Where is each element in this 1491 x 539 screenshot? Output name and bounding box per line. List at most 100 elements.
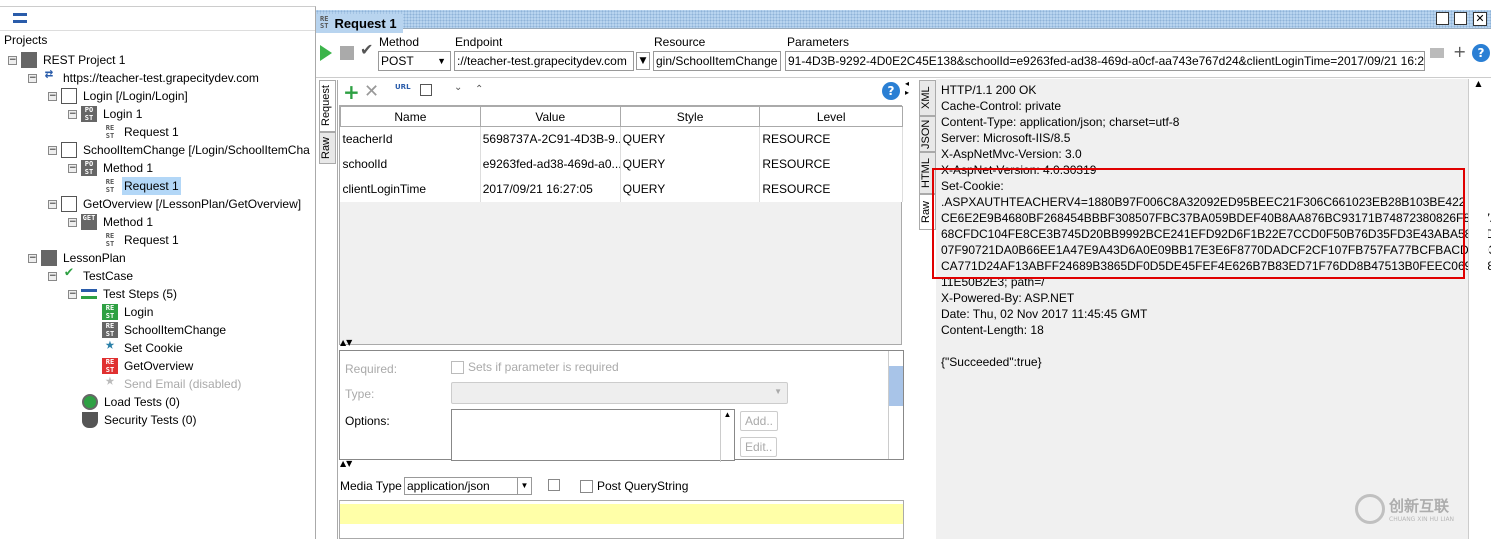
endpoint-dropdown-icon[interactable]: ▼: [636, 52, 650, 70]
collapse-toggle-icon[interactable]: −: [48, 91, 57, 101]
move-up-icon[interactable]: ⌃: [475, 84, 483, 95]
splitter-icon[interactable]: ▲▼: [340, 338, 352, 347]
table-cell[interactable]: 5698737A-2C91-4D3B-9...: [480, 126, 621, 152]
delete-param-icon[interactable]: ✕: [364, 81, 379, 102]
collapse-toggle-icon[interactable]: −: [8, 55, 17, 65]
table-cell[interactable]: RESOURCE: [759, 126, 903, 152]
close-icon[interactable]: ✕: [1473, 12, 1487, 26]
post-querystring-checkbox[interactable]: [580, 480, 593, 493]
tree-node[interactable]: ★ Set Cookie: [102, 336, 185, 357]
tree-node[interactable]: ★ Send Email (disabled): [102, 372, 243, 393]
add-param-icon[interactable]: +: [343, 80, 360, 104]
tree-node-label: TestCase: [83, 269, 134, 283]
collapse-toggle-icon[interactable]: −: [68, 217, 77, 227]
detach-icon[interactable]: [1436, 12, 1449, 25]
tab-request[interactable]: Request: [319, 80, 336, 132]
tree-node[interactable]: − ⇄ https://teacher-test.grapecitydev.com: [28, 67, 261, 87]
table-row[interactable]: schoolId e9263fed-ad38-469d-a0... QUERY RES…: [340, 151, 903, 177]
tab-raw[interactable]: Raw: [319, 132, 336, 164]
collapse-toggle-icon[interactable]: −: [48, 199, 57, 209]
tree-node-label: Load Tests (0): [104, 395, 180, 409]
tree-node[interactable]: − PO ST Method 1: [68, 159, 155, 177]
endpoint-input[interactable]: ://teacher-test.grapecitydev.com: [454, 51, 634, 71]
validate-icon[interactable]: ✔: [360, 40, 373, 59]
table-row[interactable]: clientLoginTime 2017/09/21 16:27:05 QUERY R…: [340, 176, 903, 202]
watermark-logo: 创新互联 CHUANG XIN HU LIAN: [1355, 494, 1454, 524]
stop-icon[interactable]: [340, 46, 354, 60]
collapse-toggle-icon[interactable]: −: [68, 109, 77, 119]
url-param-icon[interactable]: URL: [395, 83, 411, 91]
params-table: Name Value Style Level teacherId 5698737A-2C…: [340, 106, 903, 202]
table-cell[interactable]: RESOURCE: [759, 151, 903, 177]
response-raw-view[interactable]: HTTP/1.1 200 OK Cache-Control: private Con…: [936, 79, 1491, 539]
tree-node[interactable]: − ✔ TestCase: [48, 265, 135, 285]
format-icon[interactable]: [548, 479, 560, 491]
collapse-toggle-icon[interactable]: −: [68, 289, 77, 299]
help-icon[interactable]: ?: [882, 82, 900, 100]
tree-node[interactable]: RE ST Request 1: [102, 123, 181, 141]
add-icon[interactable]: +: [1453, 42, 1466, 61]
table-cell[interactable]: 2017/09/21 16:27:05: [480, 176, 621, 202]
method-select[interactable]: POST ▼: [378, 51, 451, 71]
type-select[interactable]: ▼: [451, 382, 788, 404]
table-cell[interactable]: schoolId: [340, 151, 481, 177]
collapse-icon[interactable]: ◂ ▸: [905, 79, 917, 97]
tree-node[interactable]: Security Tests (0): [82, 411, 198, 429]
navigator-panel: Projects − REST Project 1− ⇄ https://teache…: [0, 6, 316, 539]
table-cell[interactable]: e9263fed-ad38-469d-a0...: [480, 151, 621, 177]
refresh-icon[interactable]: [420, 84, 432, 96]
tree-node[interactable]: − Login [/Login/Login]: [48, 87, 190, 105]
column-header[interactable]: Value: [479, 106, 621, 127]
response-scrollbar[interactable]: ▲: [1468, 79, 1488, 539]
load-test-icon: [82, 394, 98, 410]
column-header[interactable]: Level: [759, 106, 903, 127]
splitter-icon[interactable]: ▲▼: [340, 459, 352, 468]
tree-node[interactable]: − GET Method 1: [68, 213, 155, 231]
tree-node[interactable]: − GetOverview [/LessonPlan/GetOverview]: [48, 195, 303, 213]
tool-icon[interactable]: [1430, 48, 1444, 58]
table-cell[interactable]: teacherId: [340, 126, 481, 152]
collapse-toggle-icon[interactable]: −: [28, 253, 37, 263]
table-cell[interactable]: QUERY: [620, 151, 761, 177]
table-cell[interactable]: RESOURCE: [759, 176, 903, 202]
details-scrollbar[interactable]: [888, 351, 903, 459]
run-icon[interactable]: [320, 45, 332, 61]
maximize-icon[interactable]: [1454, 12, 1467, 25]
collapse-toggle-icon[interactable]: −: [48, 271, 57, 281]
tree-view-icon[interactable]: [13, 13, 27, 23]
tree-node[interactable]: RE ST Request 1: [102, 231, 181, 249]
required-checkbox[interactable]: [451, 361, 464, 374]
request-body-editor[interactable]: [339, 500, 904, 539]
tree-node[interactable]: − SchoolItemChange [/Login/SchoolItemCha: [48, 141, 312, 159]
edit-option-button[interactable]: Edit..: [740, 437, 778, 457]
tab-response-xml[interactable]: XML: [919, 80, 936, 116]
media-type-select[interactable]: application/json ▼: [404, 477, 532, 495]
table-row[interactable]: teacherId 5698737A-2C91-4D3B-9... QUERY RES…: [340, 126, 903, 152]
table-cell[interactable]: clientLoginTime: [340, 176, 481, 202]
table-cell[interactable]: QUERY: [620, 176, 761, 202]
resource-input[interactable]: gin/SchoolItemChange: [653, 51, 781, 71]
tree-node-label: Set Cookie: [124, 341, 183, 355]
column-header[interactable]: Style: [619, 106, 761, 127]
parameters-input[interactable]: 91-4D3B-9292-4D0E2C45E138&schoolId=e9263…: [785, 51, 1425, 71]
move-down-icon[interactable]: ⌄: [454, 82, 462, 93]
tree-node[interactable]: − LessonPlan: [28, 249, 128, 267]
tree-node[interactable]: RE ST GetOverview: [102, 357, 195, 375]
tree-node[interactable]: Load Tests (0): [82, 393, 182, 411]
tree-node[interactable]: RE ST SchoolItemChange: [102, 321, 228, 339]
tree-node[interactable]: RE ST Login: [102, 303, 155, 321]
options-list[interactable]: ▲: [451, 409, 735, 462]
add-option-button[interactable]: Add..: [740, 411, 779, 431]
collapse-toggle-icon[interactable]: −: [68, 163, 77, 173]
tree-node[interactable]: − Test Steps (5): [68, 285, 179, 303]
tree-node[interactable]: RE ST Request 1: [102, 177, 181, 195]
help-icon[interactable]: ?: [1472, 44, 1490, 62]
collapse-toggle-icon[interactable]: −: [28, 73, 37, 83]
tree-node[interactable]: − PO ST Login 1: [68, 105, 144, 123]
collapse-toggle-icon[interactable]: −: [48, 145, 57, 155]
table-cell[interactable]: QUERY: [620, 126, 761, 152]
tree-node-label: SchoolItemChange [/Login/SchoolItemCha: [83, 143, 310, 157]
tab-response-json[interactable]: JSON: [919, 116, 936, 152]
column-header[interactable]: Name: [340, 106, 481, 127]
tree-node[interactable]: − REST Project 1: [8, 51, 127, 69]
